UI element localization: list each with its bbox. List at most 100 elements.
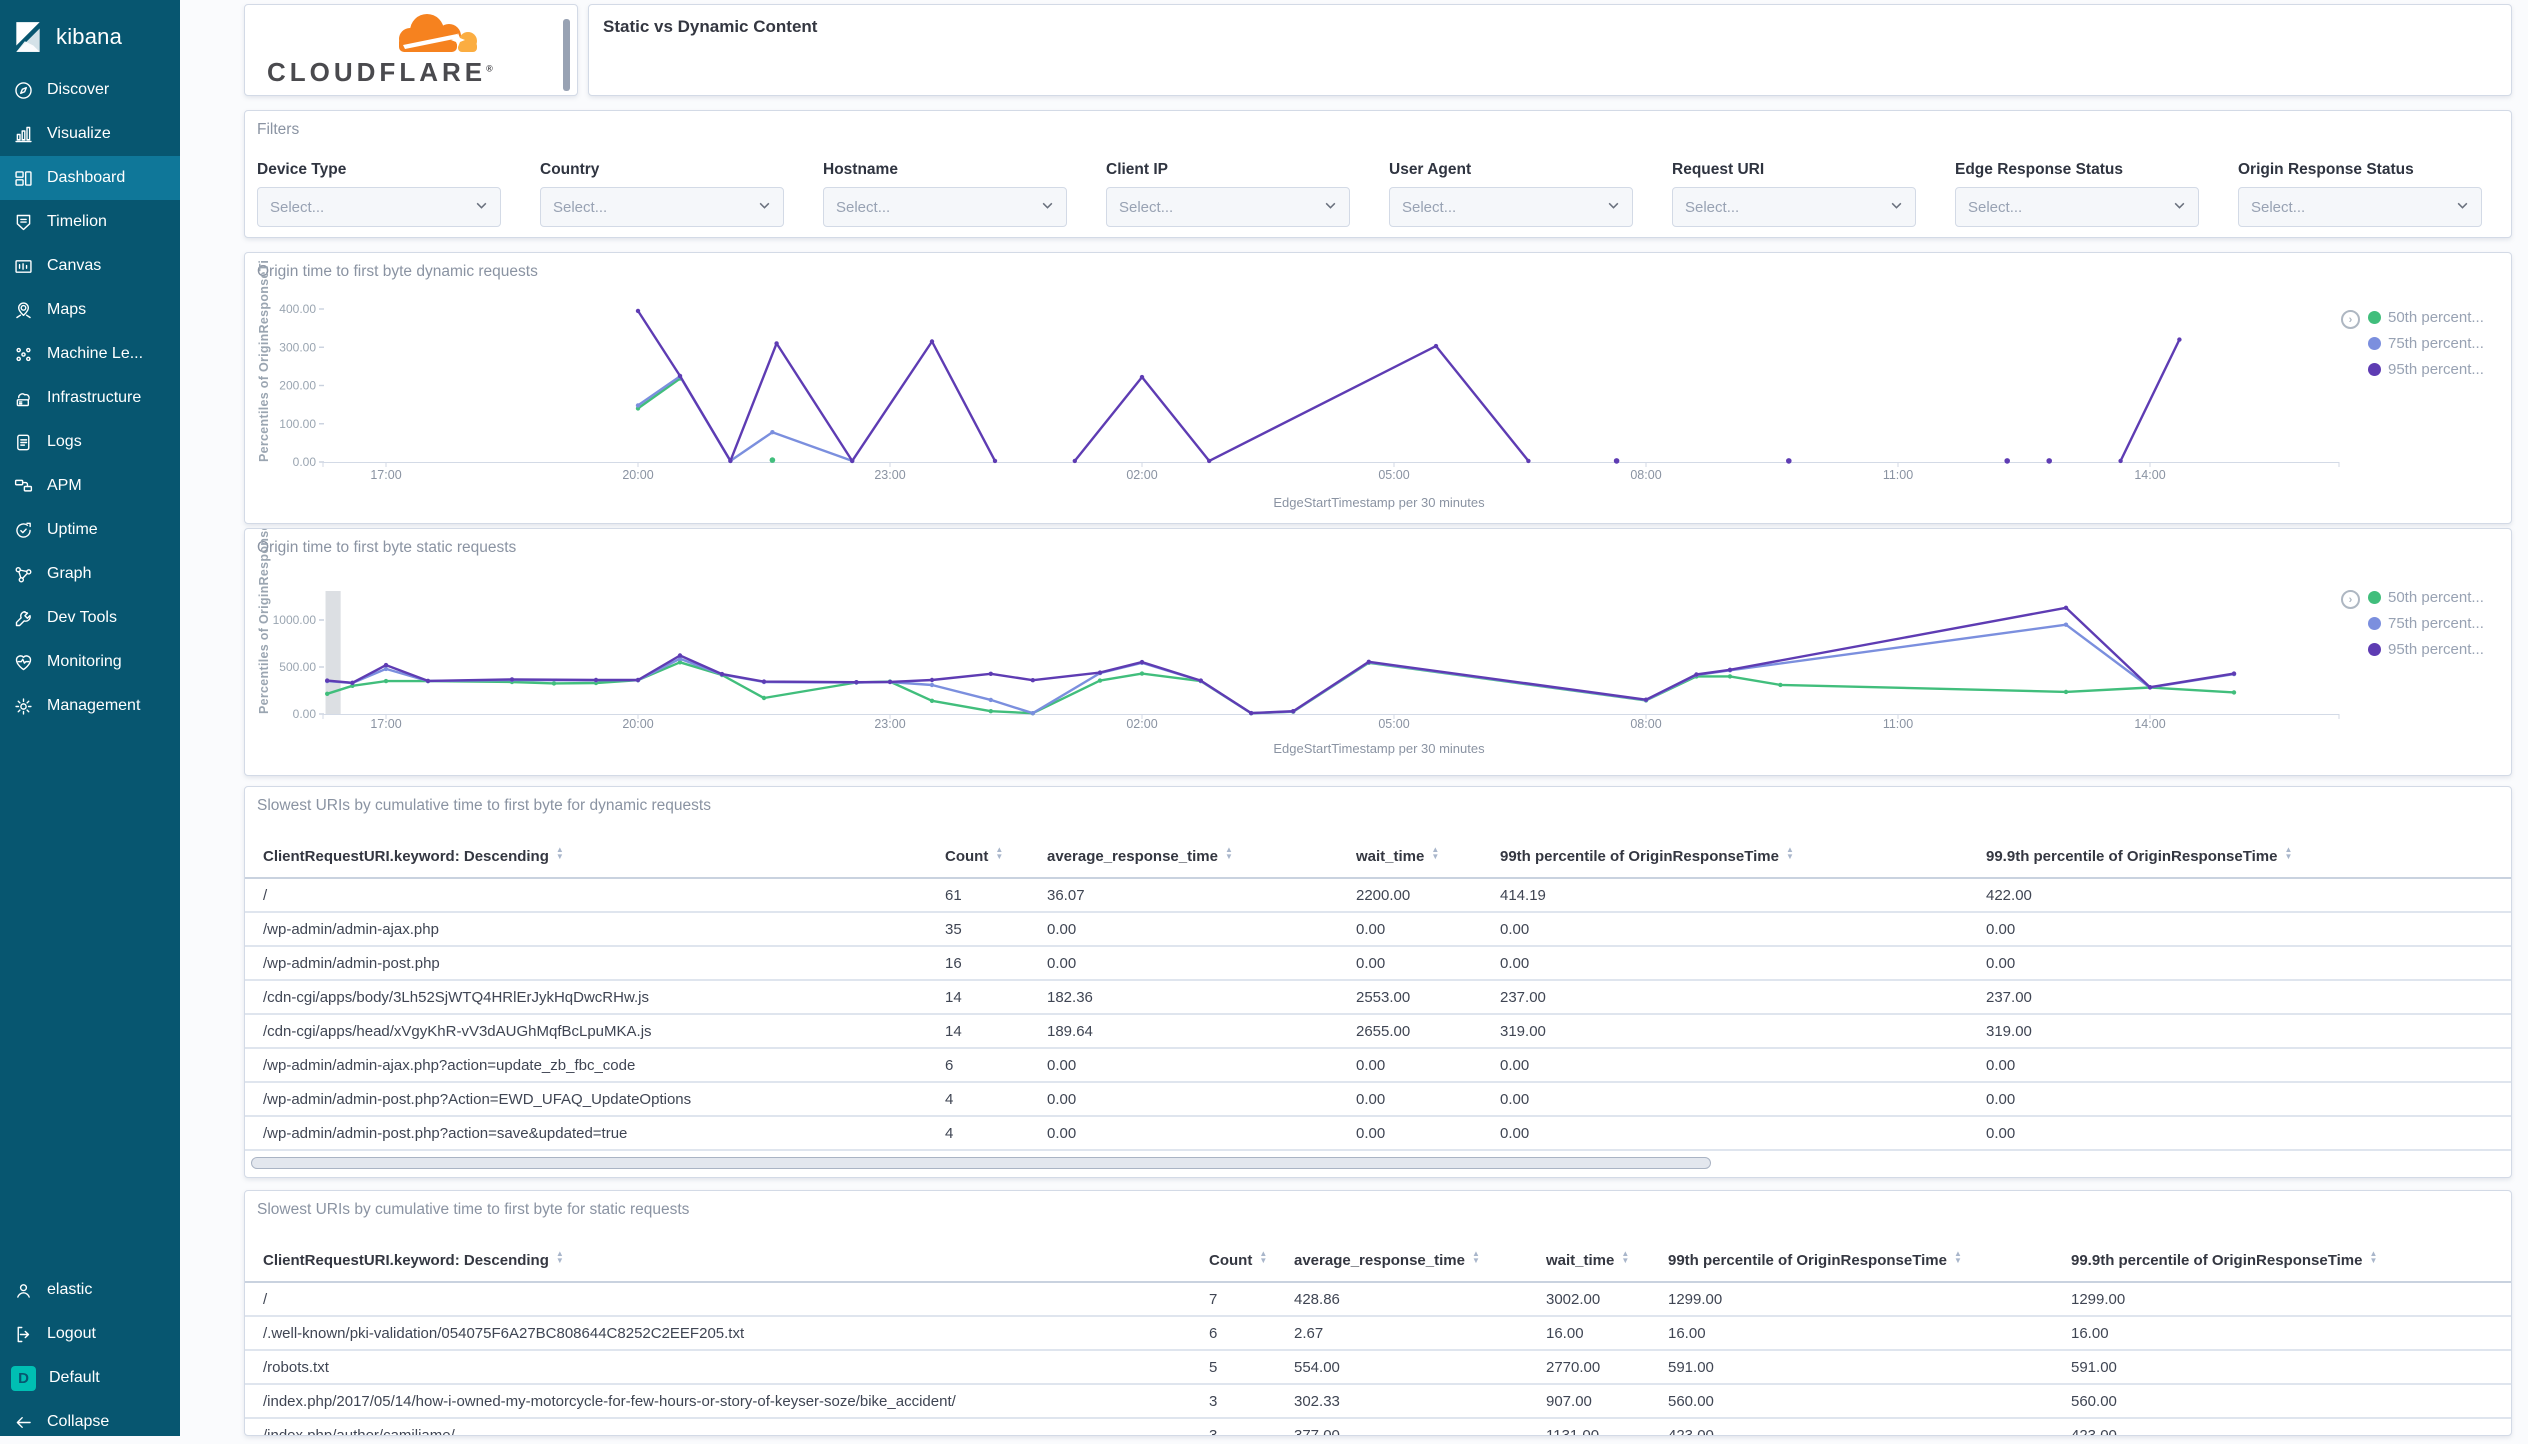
- y-tick-label: 400.00: [279, 302, 316, 316]
- sort-icon[interactable]: ▲▼: [1954, 1250, 1962, 1264]
- sidebar-item-maps[interactable]: Maps: [0, 288, 180, 332]
- table-title: Slowest URIs by cumulative time to first…: [257, 1201, 689, 1219]
- value-cell: 428.86: [1294, 1282, 1546, 1316]
- sidebar-item-monitoring[interactable]: Monitoring: [0, 640, 180, 684]
- sort-icon[interactable]: ▲▼: [556, 1250, 564, 1264]
- timelion-icon: [13, 212, 34, 233]
- sort-icon[interactable]: ▲▼: [1259, 1250, 1267, 1264]
- data-point: [930, 683, 934, 687]
- select-placeholder: Select...: [2251, 199, 2305, 216]
- sort-icon[interactable]: ▲▼: [2284, 846, 2292, 860]
- column-header-wait_time[interactable]: wait_time▲▼: [1546, 1237, 1668, 1282]
- column-header-99th[interactable]: 99th percentile of OriginResponseTime▲▼: [1668, 1237, 2071, 1282]
- column-header-99th[interactable]: 99th percentile of OriginResponseTime ▲▼: [1500, 833, 1986, 878]
- value-cell: 0.00: [1986, 1150, 2511, 1155]
- sort-icon[interactable]: ▲▼: [1786, 846, 1794, 860]
- column-header-average_response_time[interactable]: average_response_time▲▼: [1294, 1237, 1546, 1282]
- value-cell: 591.00: [2071, 1350, 2511, 1384]
- sort-icon[interactable]: ▲▼: [2369, 1250, 2377, 1264]
- uri-cell: /wp-admin/admin-post.php: [245, 946, 945, 980]
- filter-select-country[interactable]: Select...: [540, 187, 784, 227]
- column-header-wait_time[interactable]: wait_time▲▼: [1356, 833, 1500, 878]
- sort-icon[interactable]: ▲▼: [1621, 1250, 1629, 1264]
- value-cell: 302.33: [1294, 1384, 1546, 1418]
- column-header-99.9th[interactable]: 99.9th percentile of OriginResponseTime▲…: [2071, 1237, 2511, 1282]
- filter-select-edge-response-status[interactable]: Select...: [1955, 187, 2199, 227]
- sidebar-item-uptime[interactable]: Uptime: [0, 508, 180, 552]
- sort-icon[interactable]: ▲▼: [1225, 846, 1233, 860]
- legend-toggle-button[interactable]: ›: [2341, 310, 2360, 329]
- sidebar-item-label: Visualize: [47, 125, 111, 143]
- kibana-logo[interactable]: kibana: [0, 0, 180, 60]
- infrastructure-icon: [13, 388, 34, 409]
- sidebar-item-machine-le[interactable]: Machine Le...: [0, 332, 180, 376]
- column-header-count[interactable]: Count▲▼: [1209, 1237, 1294, 1282]
- uri-cell: /robots.txt: [245, 1350, 1209, 1384]
- sidebar-item-management[interactable]: Management: [0, 684, 180, 728]
- sidebar-item-visualize[interactable]: Visualize: [0, 112, 180, 156]
- legend-item-95th[interactable]: 95th percent...: [2368, 361, 2484, 378]
- filter-select-origin-response-status[interactable]: Select...: [2238, 187, 2482, 227]
- cloudflare-cloud-icon: [365, 7, 525, 57]
- legend-item-75th[interactable]: 75th percent...: [2368, 615, 2484, 632]
- table-row: /wp-admin/admin-ajax.php350.000.000.000.…: [245, 912, 2511, 946]
- legend-item-50th[interactable]: 50th percent...: [2368, 589, 2484, 606]
- data-point: [636, 678, 640, 682]
- legend-item-50th[interactable]: 50th percent...: [2368, 309, 2484, 326]
- sidebar-item-dev-tools[interactable]: Dev Tools: [0, 596, 180, 640]
- sidebar-item-canvas[interactable]: Canvas: [0, 244, 180, 288]
- data-point: [720, 672, 724, 676]
- table-row: /wp-admin/admin-post.php160.000.000.000.…: [245, 946, 2511, 980]
- x-tick-label: 14:00: [2134, 468, 2165, 482]
- sidebar-item-apm[interactable]: APM: [0, 464, 180, 508]
- dashboard-main: CLOUDFLARE® Static vs Dynamic Content Fi…: [180, 0, 2528, 1436]
- sidebar-item-logs[interactable]: Logs: [0, 420, 180, 464]
- value-cell: 0.00: [1986, 946, 2511, 980]
- sort-icon[interactable]: ▲▼: [556, 846, 564, 860]
- value-cell: 36.07: [1047, 878, 1356, 912]
- sidebar-item-collapse[interactable]: Collapse: [0, 1400, 180, 1444]
- data-point: [888, 680, 892, 684]
- column-header-label: 99th percentile of OriginResponseTime: [1500, 848, 1779, 865]
- sidebar-item-timelion[interactable]: Timelion: [0, 200, 180, 244]
- sort-icon[interactable]: ▲▼: [1431, 846, 1439, 860]
- value-cell: 0.00: [1356, 1048, 1500, 1082]
- filter-select-device-type[interactable]: Select...: [257, 187, 501, 227]
- filter-select-request-uri[interactable]: Select...: [1672, 187, 1916, 227]
- table-horizontal-scrollbar[interactable]: [251, 1157, 1711, 1169]
- filter-select-hostname[interactable]: Select...: [823, 187, 1067, 227]
- sidebar-item-graph[interactable]: Graph: [0, 552, 180, 596]
- filter-select-user-agent[interactable]: Select...: [1389, 187, 1633, 227]
- legend-item-95th[interactable]: 95th percent...: [2368, 641, 2484, 658]
- sidebar-item-label: Dashboard: [47, 169, 125, 187]
- sidebar-item-logout[interactable]: Logout: [0, 1312, 180, 1356]
- filter-select-client-ip[interactable]: Select...: [1106, 187, 1350, 227]
- y-tick-label: 1000.00: [273, 613, 317, 627]
- column-header-clientrequesturi.keyword[interactable]: ClientRequestURI.keyword: Descending▲▼: [245, 833, 945, 878]
- value-cell: 0.00: [1986, 1048, 2511, 1082]
- panel-vertical-scrollbar[interactable]: [563, 19, 570, 91]
- column-header-99.9th[interactable]: 99.9th percentile of OriginResponseTime▲…: [1986, 833, 2511, 878]
- chevron-down-icon: [758, 199, 771, 216]
- value-cell: 560.00: [2071, 1384, 2511, 1418]
- value-cell: 16.00: [2071, 1316, 2511, 1350]
- sidebar-item-discover[interactable]: Discover: [0, 68, 180, 112]
- legend-label: 50th percent...: [2388, 589, 2484, 606]
- column-header-clientrequesturi.keyword[interactable]: ClientRequestURI.keyword: Descending▲▼: [245, 1237, 1209, 1282]
- legend-item-75th[interactable]: 75th percent...: [2368, 335, 2484, 352]
- sort-icon[interactable]: ▲▼: [995, 846, 1003, 860]
- sidebar-item-default[interactable]: DDefault: [0, 1356, 180, 1400]
- legend-toggle-button[interactable]: ›: [2341, 590, 2360, 609]
- value-cell: 907.00: [1546, 1384, 1668, 1418]
- chart-legend: › 50th percent... 75th percent... 95th perc…: [2341, 309, 2484, 378]
- series-line-95th-percentile: [1075, 346, 1529, 461]
- sidebar-item-infrastructure[interactable]: Infrastructure: [0, 376, 180, 420]
- sort-icon[interactable]: ▲▼: [1472, 1250, 1480, 1264]
- column-header-count[interactable]: Count▲▼: [945, 833, 1047, 878]
- sidebar-item-label: Machine Le...: [47, 345, 143, 363]
- sidebar-item-dashboard[interactable]: Dashboard: [0, 156, 180, 200]
- data-point: [678, 374, 682, 378]
- sidebar-item-elastic[interactable]: elastic: [0, 1268, 180, 1312]
- uri-cell: /cdn-cgi/apps/body/3Lh52SjWTQ4HRlErJykHq…: [245, 980, 945, 1014]
- column-header-average_response_time[interactable]: average_response_time▲▼: [1047, 833, 1356, 878]
